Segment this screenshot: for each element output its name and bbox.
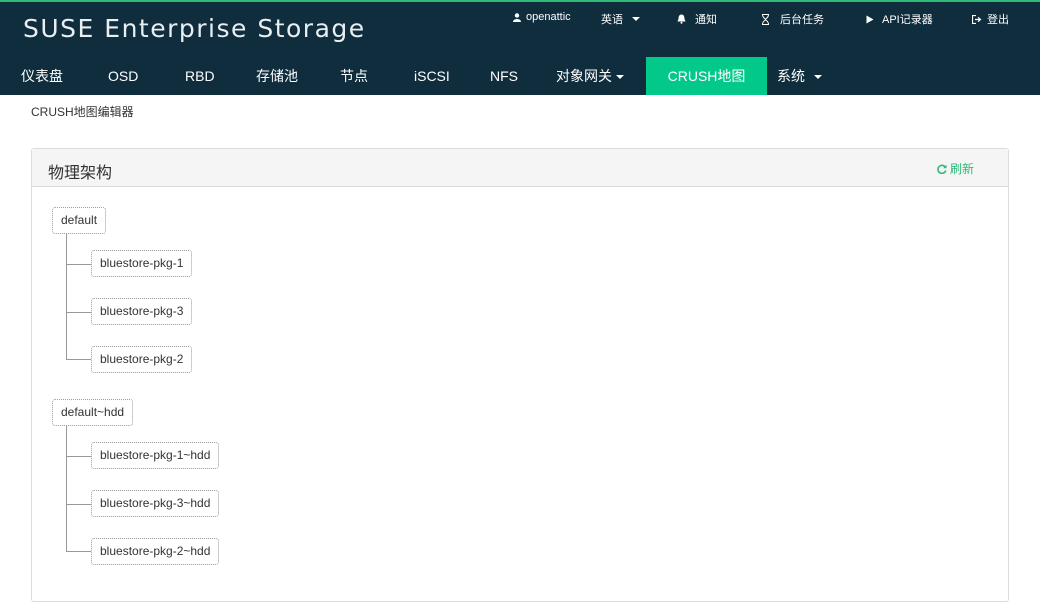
crush-host-node[interactable]: bluestore-pkg-3 [91, 298, 193, 325]
panel-title: 物理架构 [48, 165, 113, 182]
user-icon [513, 12, 521, 22]
play-icon [866, 15, 874, 23]
api-recorder-button[interactable]: API记录器 [866, 11, 933, 27]
tree-connector [66, 456, 91, 457]
crush-host-node[interactable]: bluestore-pkg-1 [91, 250, 193, 277]
notifications-button[interactable]: 通知 [677, 11, 717, 27]
menu-item-object-gateway-label: 对象网关 [556, 68, 612, 84]
hourglass-icon [762, 13, 769, 25]
main-menu: 仪表盘 OSD RBD 存储池 节点 iSCSI NFS 对象网关 CRUSH地… [0, 57, 1040, 95]
menu-item-osd[interactable]: OSD [108, 57, 138, 95]
sign-out-icon [972, 14, 982, 24]
api-recorder-label: API记录器 [882, 14, 933, 26]
user-menu[interactable]: openattic [513, 11, 571, 23]
panel-header: 物理架构 刷新 [32, 149, 1008, 187]
menu-item-nodes[interactable]: 节点 [340, 57, 368, 95]
breadcrumb: CRUSH地图编辑器 [31, 105, 134, 119]
physical-hierarchy-panel: 物理架构 刷新 [31, 148, 1009, 602]
refresh-label: 刷新 [949, 162, 974, 176]
menu-item-object-gateway[interactable]: 对象网关 [556, 57, 624, 95]
chevron-down-icon [616, 75, 624, 80]
brand-title[interactable]: SUSE Enterprise Storage [23, 14, 366, 43]
language-dropdown[interactable]: 英语 [601, 11, 640, 27]
chevron-down-icon [814, 75, 822, 80]
bell-icon [677, 14, 686, 24]
background-tasks-button[interactable]: 后台任务 [761, 11, 824, 27]
tree-connector [66, 426, 67, 551]
refresh-icon [937, 164, 947, 174]
tree-connector [66, 359, 91, 360]
language-label: 英语 [601, 14, 623, 26]
crush-host-node[interactable]: bluestore-pkg-2 [91, 346, 193, 373]
tree-connector [66, 264, 91, 265]
tree-connector [66, 504, 91, 505]
tree-connector [66, 551, 91, 552]
top-header: SUSE Enterprise Storage openattic 英语 通知 … [0, 0, 1040, 57]
logout-label: 登出 [987, 14, 1009, 26]
menu-item-rbd[interactable]: RBD [185, 57, 215, 95]
notifications-label: 通知 [695, 14, 717, 26]
menu-item-crush-map[interactable]: CRUSH地图 [646, 57, 767, 95]
tree-connector [66, 234, 67, 359]
menu-item-pools[interactable]: 存储池 [256, 57, 298, 95]
chevron-down-icon [632, 17, 640, 21]
crush-root-node[interactable]: default~hdd [52, 399, 134, 426]
menu-item-system-label: 系统 [777, 68, 805, 84]
user-name: openattic [526, 11, 571, 23]
menu-item-iscsi[interactable]: iSCSI [414, 57, 450, 95]
crush-root-node[interactable]: default [52, 207, 107, 234]
tree-connector [66, 312, 91, 313]
logout-button[interactable]: 登出 [972, 11, 1009, 27]
refresh-button[interactable]: 刷新 [937, 160, 974, 177]
background-tasks-label: 后台任务 [780, 14, 824, 26]
menu-item-system[interactable]: 系统 [777, 57, 822, 95]
crush-host-node[interactable]: bluestore-pkg-2~hdd [91, 538, 220, 565]
crush-host-node[interactable]: bluestore-pkg-1~hdd [91, 442, 220, 469]
crush-host-node[interactable]: bluestore-pkg-3~hdd [91, 490, 220, 517]
menu-item-nfs[interactable]: NFS [490, 57, 518, 95]
menu-item-dashboard[interactable]: 仪表盘 [21, 57, 63, 95]
